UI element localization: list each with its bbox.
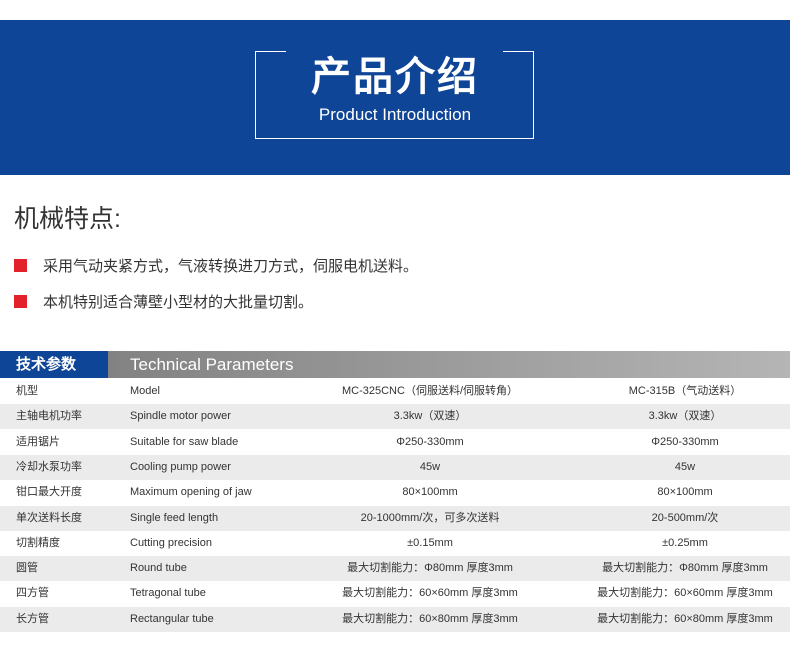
specs-header-en: Technical Parameters	[130, 355, 294, 374]
model-b-value: 45w	[674, 460, 696, 473]
table-row: 适用锯片 Suitable for saw blade Φ250-330mm Φ250…	[0, 429, 790, 455]
model-b-value: ±0.25mm	[662, 536, 708, 549]
banner-title-en: Product Introduction	[318, 105, 472, 124]
model-b-value: 20-500mm/次	[651, 511, 719, 524]
spec-name-en: Tetragonal tube	[130, 587, 206, 600]
model-a-value: 80×100mm	[402, 486, 458, 499]
spec-name-en: Spindle motor power	[130, 410, 231, 423]
table-row: 钳口最大开度 Maximum opening of jaw 80×100mm 80×1…	[0, 480, 790, 506]
model-a-value: ±0.15mm	[407, 536, 453, 549]
table-row: 切割精度 Cutting precision ±0.15mm ±0.25mm	[0, 530, 790, 556]
spec-name-cn: 机型	[16, 385, 38, 397]
model-a-value: 最大切割能力：60×80mm 厚度3mm	[342, 612, 518, 625]
spec-name-cn: 长方管	[16, 612, 49, 625]
table-row: 冷却水泵功率 Cooling pump power 45w 45w	[0, 454, 790, 480]
spec-name-cn: 圆管	[16, 562, 38, 575]
model-a-value: 45w	[419, 460, 441, 473]
spec-name-cn: 单次送料长度	[16, 511, 82, 524]
table-row: 主轴电机功率 Spindle motor power 3.3kw（双速） 3.3kw（…	[0, 404, 790, 430]
spec-name-en: Suitable for saw blade	[130, 435, 239, 448]
spec-name-en: Round tube	[130, 562, 187, 575]
specs-header-bar: 技术参数 Technical Parameters	[0, 351, 790, 378]
frame-top-right-line	[503, 51, 533, 52]
model-b-value: 80×100mm	[657, 486, 713, 499]
banner-title-cn: 产品介绍	[311, 55, 479, 99]
model-a-value: 最大切割能力：Φ80mm 厚度3mm	[347, 562, 513, 575]
model-a-value: MC-325CNC（伺服送料/伺服转角）	[341, 385, 518, 397]
model-a-value: 3.3kw（双速）	[393, 410, 467, 423]
red-square-bullet-icon	[14, 294, 27, 308]
spec-name-en: Model	[130, 385, 160, 397]
model-a-value: Φ250-330mm	[396, 435, 464, 448]
spec-name-cn: 切割精度	[16, 536, 60, 549]
feature-item: 采用气动夹紧方式，气液转换进刀方式，伺服电机送料。	[14, 255, 418, 275]
spec-name-en: Cooling pump power	[130, 460, 231, 473]
spec-name-cn: 钳口最大开度	[16, 486, 82, 499]
spec-name-en: Rectangular tube	[130, 612, 214, 625]
feature-text: 采用气动夹紧方式，气液转换进刀方式，伺服电机送料。	[43, 257, 419, 275]
spec-name-cn: 适用锯片	[16, 435, 60, 448]
spec-name-en: Maximum opening of jaw	[130, 486, 252, 499]
spec-name-cn: 主轴电机功率	[16, 410, 82, 423]
model-b-value: MC-315B（气动送料）	[628, 385, 742, 397]
table-row: 圆管 Round tube 最大切割能力：Φ80mm 厚度3mm 最大切割能力：Φ80…	[0, 556, 790, 582]
spec-name-cn: 冷却水泵功率	[16, 460, 82, 473]
model-b-value: 最大切割能力：Φ80mm 厚度3mm	[602, 562, 768, 575]
model-b-value: 最大切割能力：60×60mm 厚度3mm	[597, 587, 773, 600]
model-a-value: 最大切割能力：60×60mm 厚度3mm	[342, 587, 518, 600]
spec-name-en: Cutting precision	[130, 536, 212, 549]
model-b-value: Φ250-330mm	[651, 435, 719, 448]
frame-top-left-line	[256, 51, 286, 52]
specs-header-cn: 技术参数	[0, 351, 108, 378]
red-square-bullet-icon	[14, 258, 27, 272]
table-row: 四方管 Tetragonal tube 最大切割能力：60×60mm 厚度3mm 最大…	[0, 581, 790, 607]
features-heading: 机械特点:	[14, 205, 121, 233]
spec-name-en: Single feed length	[130, 511, 219, 524]
model-a-value: 20-1000mm/次，可多次送料	[360, 511, 500, 524]
model-b-value: 3.3kw（双速）	[648, 410, 722, 423]
feature-item: 本机特别适合薄壁小型材的大批量切割。	[14, 291, 313, 311]
table-row: 机型 Model MC-325CNC（伺服送料/伺服转角） MC-315B（气动送料）	[0, 379, 790, 404]
table-row: 长方管 Rectangular tube 最大切割能力：60×80mm 厚度3mm 最…	[0, 606, 790, 632]
spec-name-cn: 四方管	[16, 587, 49, 600]
model-b-value: 最大切割能力：60×80mm 厚度3mm	[597, 612, 773, 625]
feature-text: 本机特别适合薄壁小型材的大批量切割。	[43, 293, 314, 311]
table-row: 单次送料长度 Single feed length 20-1000mm/次，可多次送…	[0, 505, 790, 531]
